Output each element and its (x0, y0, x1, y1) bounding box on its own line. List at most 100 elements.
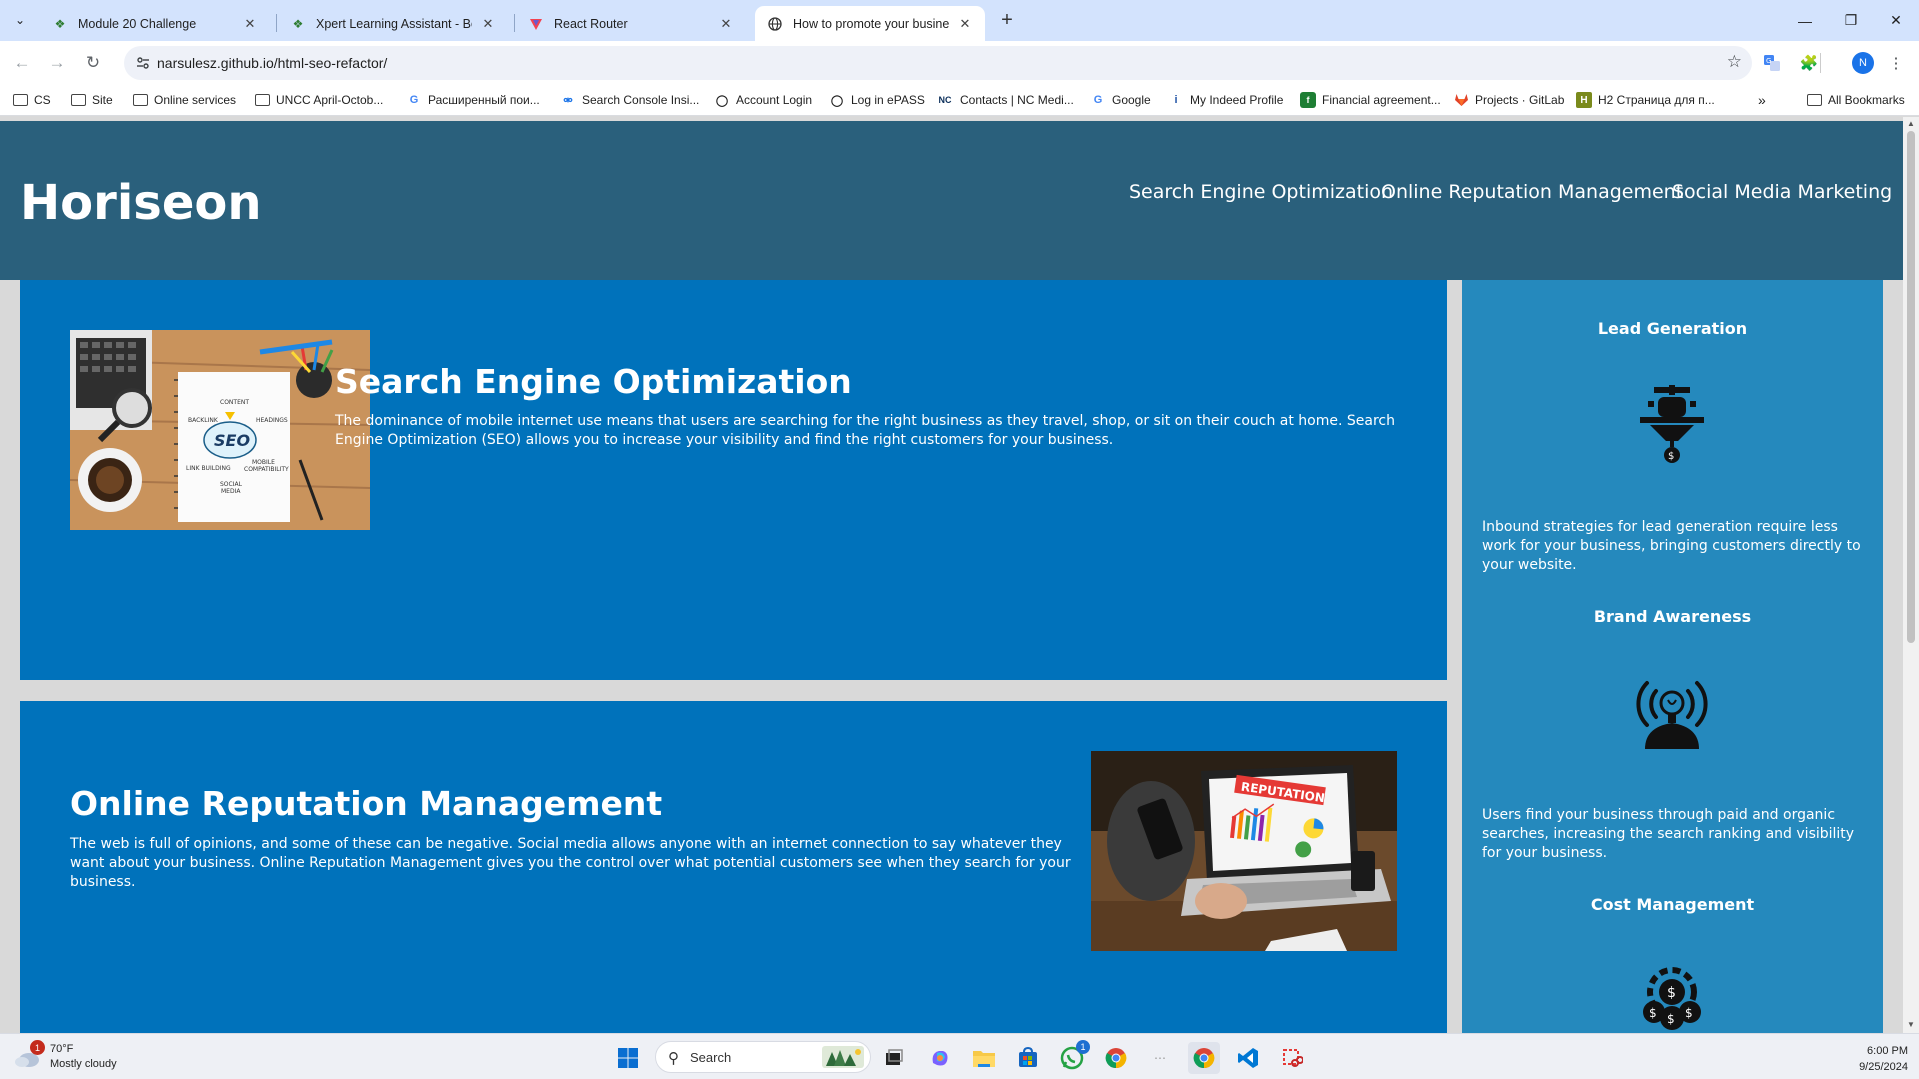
chrome-active-icon[interactable] (1188, 1042, 1220, 1074)
bookmark-gitlab[interactable]: Projects · GitLab (1453, 91, 1564, 109)
bookmark-indeed[interactable]: i My Indeed Profile (1168, 91, 1283, 109)
tab-module-20[interactable]: ❖ Module 20 Challenge ✕ (40, 6, 270, 41)
svg-text:SOCIAL: SOCIAL (220, 481, 243, 488)
nc-icon: NC (938, 95, 952, 105)
bootcamp-favicon-icon: ❖ (292, 16, 304, 31)
google-translate-icon[interactable]: G (1760, 51, 1784, 75)
benefit-title-cost: Cost Management (1590, 895, 1755, 914)
all-bookmarks[interactable]: All Bookmarks (1806, 91, 1905, 109)
back-arrow-icon[interactable]: ← (9, 50, 35, 76)
bookmark-cs[interactable]: CS (12, 91, 51, 109)
chrome-icon[interactable] (1100, 1042, 1132, 1074)
h2-icon: H (1576, 92, 1592, 108)
bookmark-star-icon[interactable]: ☆ (1727, 52, 1742, 72)
minimize-icon[interactable]: — (1782, 0, 1828, 41)
react-router-favicon-icon (528, 16, 544, 32)
snipping-tool-icon[interactable] (1276, 1042, 1308, 1074)
bookmark-google[interactable]: G Google (1090, 91, 1151, 109)
profile-avatar[interactable]: N (1852, 52, 1874, 74)
close-icon[interactable]: ✕ (480, 16, 496, 32)
svg-text:LINK BUILDING: LINK BUILDING (186, 465, 231, 472)
taskbar-search-box[interactable]: ⚲ Search (655, 1041, 871, 1073)
nav-link-social-media[interactable]: Social Media Marketing (1672, 181, 1892, 203)
address-bar[interactable]: narsulesz.github.io/html-seo-refactor/ ☆ (124, 46, 1752, 80)
scroll-down-arrow-icon[interactable]: ▼ (1906, 1020, 1916, 1030)
site-info-tune-icon[interactable] (134, 54, 152, 72)
page-scrollbar[interactable]: ▲ ▼ (1903, 117, 1919, 1033)
folder-icon (12, 92, 28, 108)
task-view-icon[interactable] (878, 1042, 910, 1074)
system-clock[interactable]: 6:00 PM 9/25/2024 (1820, 1043, 1908, 1075)
bookmarks-bar: CS Site Online services UNCC April-Octob… (0, 84, 1919, 116)
weather-desc: Mostly cloudy (50, 1058, 117, 1070)
close-icon[interactable]: ✕ (242, 16, 258, 32)
vscode-icon[interactable] (1232, 1042, 1264, 1074)
tab-title: React Router (554, 16, 628, 31)
financial-icon: f (1300, 92, 1316, 108)
bookmark-h2[interactable]: H H2 Страница для п... (1576, 91, 1715, 109)
copilot-icon[interactable] (924, 1042, 956, 1074)
weather-widget[interactable]: 1 70°F Mostly cloudy (14, 1040, 117, 1073)
google-icon: G (1093, 94, 1103, 106)
url-text[interactable]: narsulesz.github.io/html-seo-refactor/ (157, 55, 387, 71)
tab-divider (514, 14, 515, 32)
whatsapp-badge: 1 (1076, 1040, 1090, 1054)
tab-how-to-promote[interactable]: How to promote your business ✕ (755, 6, 985, 41)
overflow-dots-icon[interactable]: ⋯ (1144, 1042, 1176, 1074)
benefit-title-brand: Brand Awareness (1593, 607, 1752, 626)
indeed-icon: i (1174, 94, 1178, 106)
scroll-up-arrow-icon[interactable]: ▲ (1906, 119, 1916, 129)
svg-text:CONTENT: CONTENT (220, 399, 249, 406)
seo-heading: Search Engine Optimization (335, 362, 852, 401)
nav-link-seo[interactable]: Search Engine Optimization (1129, 181, 1393, 203)
seo-image: SEO CONTENT BACKLINK HEADINGS LINK BUILD… (70, 330, 370, 530)
bookmark-online-services[interactable]: Online services (132, 91, 236, 109)
windows-taskbar: 1 70°F Mostly cloudy ⚲ Search 1 ⋯ 6:00 P… (0, 1033, 1919, 1079)
folder-icon (70, 92, 86, 108)
bookmark-site[interactable]: Site (70, 91, 113, 109)
tab-search-chevron-icon[interactable]: ⌄ (8, 8, 32, 32)
window-close-icon[interactable]: ✕ (1873, 0, 1919, 41)
tab-xpert[interactable]: ❖ Xpert Learning Assistant - Boot ✕ (278, 6, 508, 41)
tab-react-router[interactable]: React Router ✕ (516, 6, 746, 41)
forward-arrow-icon[interactable]: → (44, 50, 70, 76)
restore-icon[interactable]: ❐ (1828, 0, 1874, 41)
svg-text:$: $ (1649, 1006, 1657, 1020)
bookmark-nc-contacts[interactable]: NC Contacts | NC Medi... (936, 91, 1074, 109)
reputation-paragraph: The web is full of opinions, and some of… (70, 836, 1071, 890)
extensions-puzzle-icon[interactable]: 🧩 (1797, 51, 1821, 75)
site-logo[interactable]: Horiseon (20, 175, 262, 231)
seo-image-text: SEO (214, 431, 250, 450)
bookmark-account-login[interactable]: ◯ Account Login (714, 91, 812, 109)
folder-icon (132, 92, 148, 108)
svg-text:COMPATIBILITY: COMPATIBILITY (244, 466, 289, 473)
search-console-icon: ⚮ (563, 94, 573, 107)
weather-badge: 1 (30, 1040, 45, 1055)
site-header: Horiseon Search Engine Optimization Onli… (0, 121, 1903, 280)
bookmark-google-advanced[interactable]: G Расширенный пои... (406, 91, 540, 109)
bookmark-search-console[interactable]: ⚮ Search Console Insi... (560, 91, 699, 109)
reputation-heading: Online Reputation Management (70, 784, 663, 823)
whatsapp-icon[interactable]: 1 (1056, 1040, 1090, 1074)
reload-icon[interactable]: ↻ (80, 50, 106, 76)
svg-text:BACKLINK: BACKLINK (188, 417, 219, 424)
close-icon[interactable]: ✕ (718, 16, 734, 32)
bootcamp-favicon-icon: ❖ (54, 16, 66, 31)
cost-management-icon: $ $ $ $ (1634, 960, 1710, 1033)
more-bookmarks-chevron-icon[interactable]: » (1758, 91, 1766, 109)
close-icon[interactable]: ✕ (957, 16, 973, 32)
globe-icon (767, 16, 783, 32)
new-tab-plus-icon[interactable]: + (995, 8, 1019, 32)
windows-start-icon[interactable] (612, 1042, 644, 1074)
microsoft-store-icon[interactable] (1012, 1042, 1044, 1074)
bookmark-financial[interactable]: f Financial agreement... (1300, 91, 1441, 109)
kebab-menu-icon[interactable]: ⋮ (1884, 51, 1908, 75)
bookmark-uncc[interactable]: UNCC April-Octob... (254, 91, 383, 109)
nav-link-reputation[interactable]: Online Reputation Management (1381, 181, 1683, 203)
scrollbar-thumb[interactable] (1907, 131, 1915, 643)
svg-text:$: $ (1685, 1006, 1693, 1020)
google-icon: G (409, 94, 419, 106)
file-explorer-icon[interactable] (968, 1042, 1000, 1074)
seo-paragraph: The dominance of mobile internet use mea… (335, 413, 1395, 448)
bookmark-epass[interactable]: ◯ Log in ePASS (829, 91, 925, 109)
